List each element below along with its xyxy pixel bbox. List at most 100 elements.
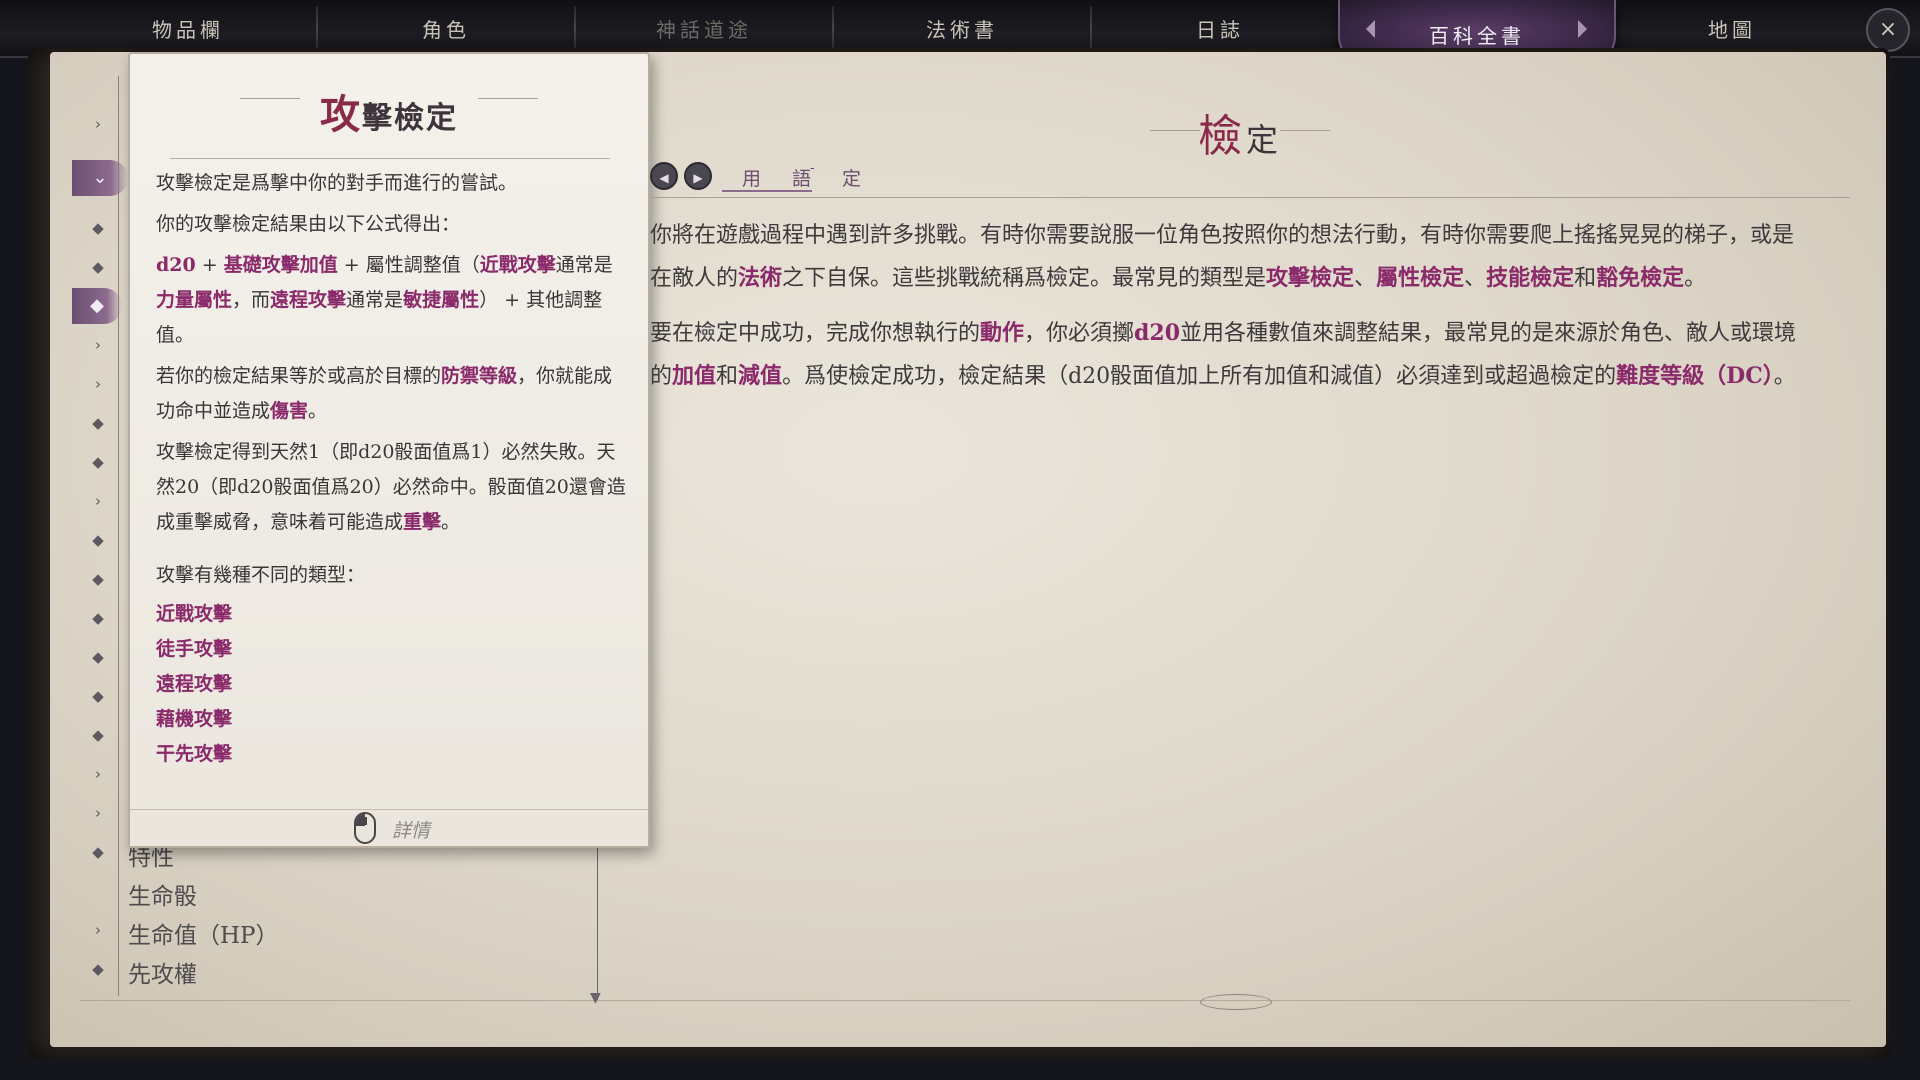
entry-title: 檢定 (1160, 100, 1320, 164)
link-ranged-attack[interactable]: 遠程攻擊 (156, 670, 628, 698)
diamond-icon[interactable]: ◆ (86, 450, 110, 474)
text: 。 (1684, 266, 1707, 291)
link-d20[interactable]: d20 (156, 254, 196, 276)
tab-spellbook[interactable]: 法術書 (842, 10, 1082, 50)
diamond-icon[interactable]: ◆ (86, 411, 110, 435)
text: 。 (1773, 364, 1796, 389)
text: 和 (716, 364, 739, 389)
diamond-icon[interactable]: ◆ (86, 606, 110, 630)
link-d20[interactable]: d20 (1134, 320, 1180, 346)
text: + (195, 254, 224, 276)
link-ranged-attack[interactable]: 遠程攻擊 (270, 289, 346, 311)
link-strength[interactable]: 力量屬性 (156, 289, 232, 311)
tooltip-paragraph: 若你的檢定結果等於或高於目標的防禦等級，你就能成功命中並造成傷害。 (156, 359, 628, 429)
tooltip-title-rest: 擊檢定 (362, 101, 458, 136)
tooltip-paragraph: 攻擊檢定是爲擊中你的對手而進行的嘗試。 (156, 172, 518, 194)
tab-prev-arrow-icon[interactable] (1366, 20, 1375, 38)
link-base-attack-bonus[interactable]: 基礎攻擊加值 (224, 254, 338, 276)
entry-rule (650, 197, 1850, 198)
tooltip-footer: 詳情 (130, 809, 648, 846)
link-critical-hit[interactable]: 重擊 (403, 511, 441, 533)
tooltip-paragraph: 攻擊有幾種不同的類型： (156, 564, 366, 586)
details-hint-label: 詳情 (392, 820, 431, 842)
tooltip-paragraph: 你的攻擊檢定結果由以下公式得出： (156, 213, 461, 235)
entry-title-rest: 定 (1245, 121, 1282, 159)
link-melee-attack[interactable]: 近戰攻擊 (156, 600, 628, 628)
text: ，而 (232, 289, 271, 311)
tab-next-arrow-icon[interactable] (1578, 20, 1587, 38)
diamond-icon[interactable]: ◆ (86, 723, 110, 747)
diamond-icon[interactable]: ◆ (86, 645, 110, 669)
chevron-right-icon[interactable]: › (86, 333, 110, 357)
tab-separator (316, 6, 318, 50)
text: 。爲使檢定成功，檢定結果（d20骰面值加上所有加值和減值）必須達到或超過檢定的 (782, 364, 1617, 389)
link-dexterity[interactable]: 敏捷屬性 (403, 289, 479, 311)
tab-separator (1090, 6, 1092, 50)
link-touch-attack[interactable]: 干先攻擊 (156, 740, 628, 768)
chevron-right-icon[interactable]: › (86, 918, 110, 942)
chevron-right-icon[interactable]: › (86, 112, 110, 136)
diamond-icon[interactable]: ◆ (86, 567, 110, 591)
link-unarmed-attack[interactable]: 徒手攻擊 (156, 635, 628, 663)
chevron-right-icon[interactable]: › (86, 801, 110, 825)
tab-inventory[interactable]: 物品欄 (68, 10, 308, 50)
list-scrollbar[interactable] (597, 840, 598, 1000)
tab-map[interactable]: 地圖 (1612, 10, 1852, 50)
diamond-icon[interactable]: ◆ (86, 684, 110, 708)
list-item-initiative[interactable]: 先攻權 (128, 955, 197, 989)
link-bonuses[interactable]: 加值 (672, 363, 716, 389)
diamond-icon[interactable]: ◆ (86, 957, 110, 981)
tab-separator (574, 6, 576, 50)
diamond-icon[interactable]: ◆ (86, 840, 110, 864)
link-saving-throw[interactable]: 豁免檢定 (1596, 265, 1684, 291)
link-attack-check[interactable]: 攻擊檢定 (1266, 265, 1354, 291)
attack-formula: d20 + 基礎攻擊加值 + 屬性調整值（近戰攻擊通常是力量屬性，而遠程攻擊通常… (156, 248, 628, 353)
diamond-icon[interactable]: ◆ (86, 255, 110, 279)
chevron-right-icon[interactable]: › (86, 762, 110, 786)
tooltip-title: 攻擊檢定 (130, 82, 648, 140)
list-item-hit-dice[interactable]: 生命骰 (128, 877, 197, 911)
link-spells[interactable]: 法術 (738, 265, 782, 291)
entry-title-initial: 檢 (1197, 111, 1246, 162)
breadcrumb-underline (722, 190, 812, 192)
tab-character[interactable]: 角色 (326, 10, 566, 50)
back-arrow-icon[interactable]: ◀ (650, 162, 678, 190)
text: 。 (441, 511, 461, 533)
link-attack-of-opportunity[interactable]: 藉機攻擊 (156, 705, 628, 733)
tooltip-title-initial: 攻 (320, 91, 362, 138)
text: + 屬性調整值（ (337, 254, 480, 276)
text: 和 (1574, 266, 1597, 291)
diamond-icon-selected[interactable]: ◆ (72, 288, 122, 324)
tab-separator (832, 6, 834, 50)
link-melee-attack[interactable]: 近戰攻擊 (480, 254, 556, 276)
link-skill-check[interactable]: 技能檢定 (1486, 265, 1574, 291)
list-item-hit-points[interactable]: 生命值（HP） (128, 916, 279, 950)
entry-body: 你將在遊戲過程中遇到許多挑戰。有時你需要說服一位角色按照你的想法行動，有時你需要… (650, 214, 1810, 410)
link-difficulty-class[interactable]: 難度等級（DC） (1616, 363, 1774, 389)
link-penalties[interactable]: 減值 (738, 363, 782, 389)
link-actions[interactable]: 動作 (980, 320, 1024, 346)
close-button[interactable]: × (1866, 8, 1910, 52)
diamond-icon[interactable]: ◆ (86, 216, 110, 240)
diamond-icon[interactable]: ◆ (86, 528, 110, 552)
scroll-down-arrow-icon[interactable]: ▼ (590, 990, 601, 1006)
link-armor-class[interactable]: 防禦等級 (441, 365, 517, 387)
entry-paragraph: 要在檢定中成功，完成你想執行的動作，你必須擲d20並用各種數值來調整結果，最常見… (650, 312, 1810, 398)
link-damage[interactable]: 傷害 (270, 400, 308, 422)
text: 若你的檢定結果等於或高於目標的 (156, 365, 442, 387)
breadcrumb-check[interactable]: 定 (842, 164, 867, 191)
link-ability-check[interactable]: 屬性檢定 (1376, 265, 1464, 291)
breadcrumb-terms[interactable]: 用 語 (742, 164, 817, 191)
forward-arrow-icon[interactable]: ▶ (684, 162, 712, 190)
attack-check-tooltip: 攻擊檢定 攻擊檢定是爲擊中你的對手而進行的嘗試。 你的攻擊檢定結果由以下公式得出… (128, 52, 650, 848)
chevron-right-icon[interactable]: › (86, 372, 110, 396)
page-bottom-flourish (1200, 994, 1272, 1010)
tab-journal[interactable]: 日誌 (1100, 10, 1340, 50)
text: 、 (1354, 266, 1377, 291)
chevron-down-icon[interactable]: ⌄ (72, 160, 128, 196)
text: 要在檢定中成功，完成你想執行的 (650, 321, 981, 346)
tooltip-title-divider (170, 158, 610, 159)
text: 攻擊檢定得到天然1（即d20骰面值爲1）必然失敗。天然20（即d20骰面值爲20… (156, 441, 626, 533)
breadcrumb-separator: - (810, 160, 821, 176)
chevron-right-icon[interactable]: › (86, 489, 110, 513)
